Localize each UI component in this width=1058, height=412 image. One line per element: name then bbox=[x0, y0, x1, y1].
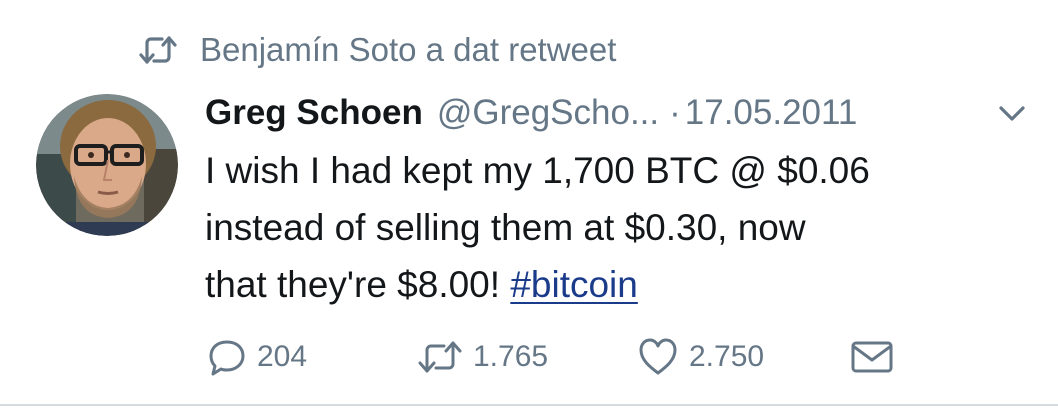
separator: · bbox=[669, 93, 681, 132]
tweet[interactable]: Benjamín Soto a dat retweet Greg Schoen … bbox=[0, 0, 1058, 412]
reply-button[interactable]: 204 bbox=[207, 335, 307, 379]
tweet-text: I wish I had kept my 1,700 BTC @ $0.06 i… bbox=[205, 142, 1025, 313]
retweet-icon bbox=[138, 35, 178, 65]
retweet-count: 1.765 bbox=[473, 340, 549, 373]
envelope-icon bbox=[850, 339, 894, 375]
like-count: 2.750 bbox=[689, 340, 765, 373]
tweet-actions: 204 1.765 2.750 bbox=[205, 335, 905, 379]
avatar[interactable] bbox=[36, 94, 178, 236]
retweet-context-text[interactable]: Benjamín Soto a dat retweet bbox=[200, 31, 616, 69]
retweet-icon bbox=[417, 340, 463, 374]
reply-icon bbox=[207, 337, 247, 377]
author-handle[interactable]: @GregScho... bbox=[437, 93, 659, 133]
retweet-context[interactable]: Benjamín Soto a dat retweet bbox=[138, 28, 616, 72]
hashtag-link[interactable]: #bitcoin bbox=[510, 264, 638, 305]
tweet-text-line: I wish I had kept my 1,700 BTC @ $0.06 bbox=[205, 150, 870, 191]
tweet-header: Greg Schoen @GregScho... · 17.05.2011 bbox=[205, 88, 857, 138]
heart-icon bbox=[637, 337, 679, 377]
like-button[interactable]: 2.750 bbox=[637, 335, 764, 379]
reply-count: 204 bbox=[257, 340, 308, 373]
tweet-date[interactable]: 17.05.2011 bbox=[685, 93, 858, 133]
tweet-text-segment: that they're $8.00! bbox=[205, 264, 511, 305]
divider bbox=[0, 404, 1058, 406]
retweet-button[interactable]: 1.765 bbox=[417, 335, 548, 379]
tweet-text-line: that they're $8.00! #bitcoin bbox=[205, 256, 1025, 313]
author-name[interactable]: Greg Schoen bbox=[205, 93, 423, 133]
tweet-text-line: instead of selling them at $0.30, now bbox=[205, 207, 806, 248]
chevron-down-icon[interactable] bbox=[997, 102, 1027, 124]
direct-message-button[interactable] bbox=[850, 335, 904, 379]
